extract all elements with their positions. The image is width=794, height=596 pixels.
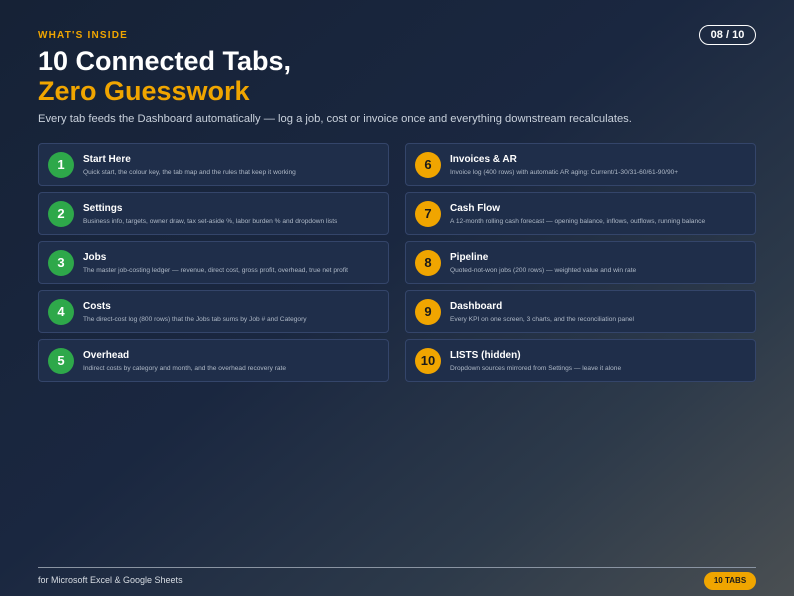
tab-title: Jobs (83, 251, 107, 263)
tab-description: The direct-cost log (800 rows) that the … (83, 315, 307, 323)
tab-card-costs: 4 Costs The direct-cost log (800 rows) t… (38, 290, 389, 333)
tab-count-badge: 10 TABS (704, 572, 756, 590)
tab-title: Start Here (83, 153, 131, 165)
page-title: 10 Connected Tabs, Zero Guesswork (38, 46, 291, 106)
tab-number-badge: 9 (415, 298, 441, 325)
tab-number-badge: 8 (415, 249, 441, 276)
tab-card-cash-flow: 7 Cash Flow A 12-month rolling cash fore… (405, 192, 756, 235)
tab-description: Every KPI on one screen, 3 charts, and t… (450, 315, 635, 323)
tab-card-grid: 1 Start Here Quick start, the colour key… (38, 143, 756, 382)
tab-card-text: Dashboard Every KPI on one screen, 3 cha… (450, 301, 634, 323)
tab-card-text: Jobs The master job-costing ledger — rev… (83, 252, 348, 274)
tab-number-badge: 7 (415, 200, 441, 227)
tab-card-text: Invoices & AR Invoice log (400 rows) wit… (450, 154, 678, 176)
tab-card-text: Pipeline Quoted-not-won jobs (200 rows) … (450, 252, 636, 274)
tab-card-invoices-ar: 6 Invoices & AR Invoice log (400 rows) w… (405, 143, 756, 186)
tab-description: Invoice log (400 rows) with automatic AR… (450, 168, 679, 176)
title-line-1: 10 Connected Tabs, (38, 46, 292, 76)
tab-number-badge: 1 (48, 151, 74, 178)
eyebrow-label: WHAT'S INSIDE (38, 30, 129, 41)
tab-title: Costs (83, 300, 111, 312)
tab-card-text: Costs The direct-cost log (800 rows) tha… (83, 301, 307, 323)
tab-title: Dashboard (450, 300, 503, 312)
tab-description: A 12-month rolling cash forecast — openi… (450, 217, 706, 225)
title-line-2: Zero Guesswork (38, 76, 250, 106)
tab-card-pipeline: 8 Pipeline Quoted-not-won jobs (200 rows… (405, 241, 756, 284)
tab-description: The master job-costing ledger — revenue,… (83, 266, 348, 274)
tab-number-badge: 10 (415, 347, 441, 374)
tab-number-badge: 4 (48, 298, 74, 325)
tab-description: Business info, targets, owner draw, tax … (83, 217, 338, 225)
tab-number-badge: 5 (48, 347, 74, 374)
tab-card-text: Cash Flow A 12-month rolling cash foreca… (450, 203, 705, 225)
tab-card-text: Overhead Indirect costs by category and … (83, 350, 286, 372)
slide: WHAT'S INSIDE 08 / 10 10 Connected Tabs,… (0, 0, 794, 596)
tab-card-text: Settings Business info, targets, owner d… (83, 203, 337, 225)
tab-card-overhead: 5 Overhead Indirect costs by category an… (38, 339, 389, 382)
tab-title: LISTS (hidden) (450, 349, 521, 361)
tab-card-text: Start Here Quick start, the colour key, … (83, 154, 296, 176)
tab-description: Indirect costs by category and month, an… (83, 364, 287, 372)
footer-divider (38, 567, 756, 568)
footer-text: for Microsoft Excel & Google Sheets (38, 575, 183, 585)
tab-number-badge: 3 (48, 249, 74, 276)
tab-card-settings: 2 Settings Business info, targets, owner… (38, 192, 389, 235)
tab-description: Quick start, the colour key, the tab map… (83, 168, 296, 176)
tab-card-text: LISTS (hidden) Dropdown sources mirrored… (450, 350, 621, 372)
tab-card-dashboard: 9 Dashboard Every KPI on one screen, 3 c… (405, 290, 756, 333)
page-subtitle: Every tab feeds the Dashboard automatica… (38, 113, 632, 125)
tab-title: Settings (83, 202, 123, 214)
tab-card-start-here: 1 Start Here Quick start, the colour key… (38, 143, 389, 186)
tab-title: Cash Flow (450, 202, 501, 214)
tab-description: Dropdown sources mirrored from Settings … (450, 364, 622, 372)
tab-number-badge: 2 (48, 200, 74, 227)
tab-title: Invoices & AR (450, 153, 517, 165)
tab-description: Quoted-not-won jobs (200 rows) — weighte… (450, 266, 637, 274)
tab-card-jobs: 3 Jobs The master job-costing ledger — r… (38, 241, 389, 284)
tab-card-lists-hidden: 10 LISTS (hidden) Dropdown sources mirro… (405, 339, 756, 382)
tab-title: Pipeline (450, 251, 489, 263)
page-counter: 08 / 10 (699, 25, 756, 45)
tab-number-badge: 6 (415, 151, 441, 178)
tab-title: Overhead (83, 349, 130, 361)
